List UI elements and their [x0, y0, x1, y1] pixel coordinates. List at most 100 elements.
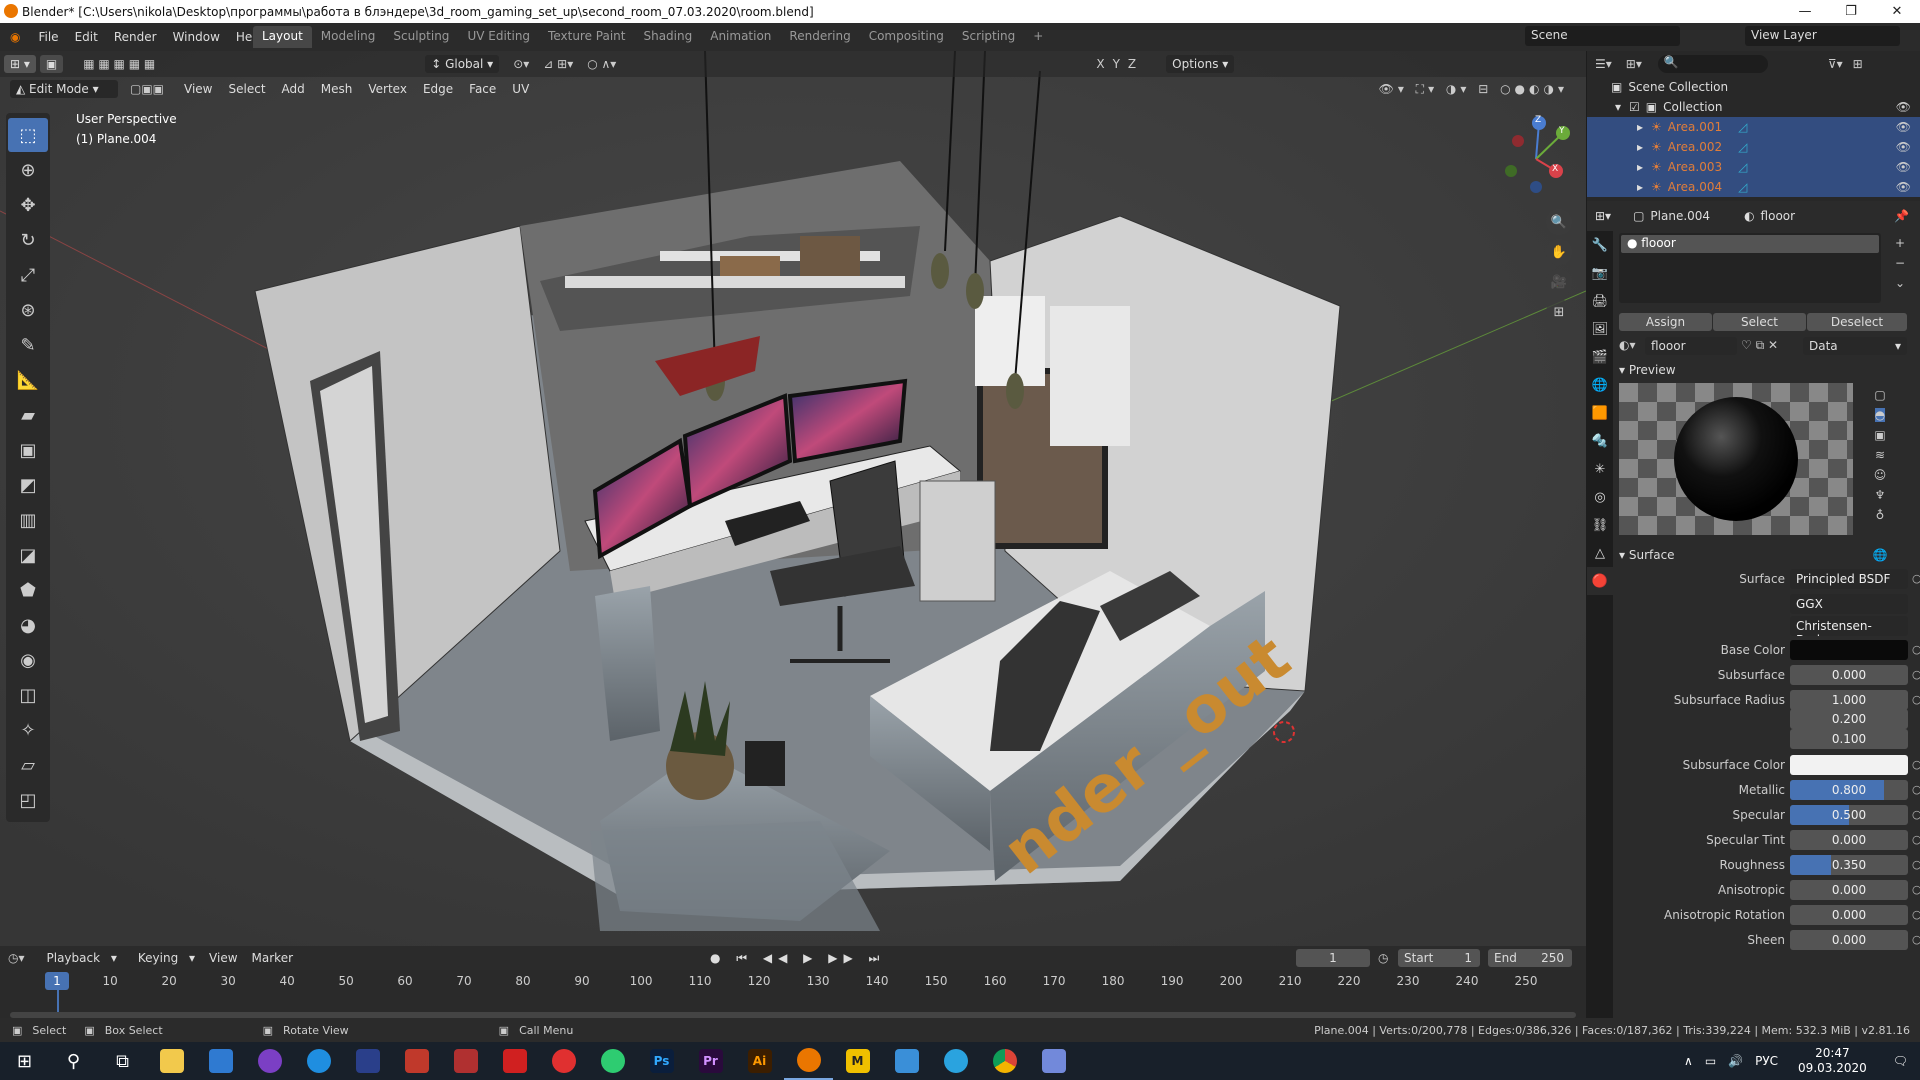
pan-hand-icon[interactable]: ✋: [1546, 239, 1572, 265]
tl-menu-marker[interactable]: Marker: [245, 951, 300, 965]
properties-editor-icon[interactable]: ⊞▾: [1595, 209, 1611, 223]
vp-menu-vertex[interactable]: Vertex: [360, 82, 415, 96]
render-tab-icon[interactable]: 📷: [1587, 259, 1613, 287]
language-indicator[interactable]: РУС: [1749, 1054, 1784, 1068]
navigation-gizmo[interactable]: Z Y X 🔍 ✋ 🎥 ⊞: [1486, 111, 1586, 351]
property-field[interactable]: 0.200: [1790, 709, 1908, 729]
select-button[interactable]: Select: [1713, 313, 1806, 331]
bevel-tool-icon[interactable]: ◩: [8, 468, 48, 502]
axis-x-toggle[interactable]: X: [1096, 57, 1104, 71]
view-layer-selector[interactable]: View Layer: [1745, 26, 1900, 46]
chrome-icon[interactable]: [980, 1042, 1029, 1080]
app-red4-icon[interactable]: [539, 1042, 588, 1080]
discord-icon[interactable]: [1029, 1042, 1078, 1080]
tool-tab-icon[interactable]: 🔧: [1587, 231, 1613, 259]
outliner-item[interactable]: ▸ ☀ Area.002 ◿ 👁: [1587, 137, 1920, 157]
outliner-item[interactable]: ▸ ☀ Area.003 ◿ 👁: [1587, 157, 1920, 177]
property-field[interactable]: 1.000: [1790, 690, 1908, 710]
physics-tab-icon[interactable]: ◎: [1587, 483, 1613, 511]
app-m-icon[interactable]: M: [833, 1042, 882, 1080]
minimize-button[interactable]: —: [1782, 0, 1828, 23]
premiere-icon[interactable]: Pr: [686, 1042, 735, 1080]
link-dropdown[interactable]: Data ▾: [1803, 337, 1907, 355]
move-tool-icon[interactable]: ✥: [8, 188, 48, 222]
preview-panel-header[interactable]: ▾ Preview: [1619, 363, 1676, 377]
network-icon[interactable]: ▭: [1699, 1054, 1722, 1068]
keyframe-dot-icon[interactable]: ○: [1912, 808, 1920, 821]
material-slot-list[interactable]: ● flooor: [1619, 233, 1881, 303]
preview-range-icon[interactable]: ◷: [1378, 951, 1388, 965]
property-field[interactable]: 0.000: [1790, 830, 1908, 850]
outliner-search-input[interactable]: 🔍: [1657, 55, 1768, 73]
display-mode-icon[interactable]: ⊞▾: [1626, 57, 1642, 71]
keyframe-dot-icon[interactable]: ○: [1912, 572, 1920, 585]
keyframe-dot-icon[interactable]: ○: [1912, 643, 1920, 656]
material-tab-icon[interactable]: 🔴: [1587, 567, 1613, 595]
rotate-tool-icon[interactable]: ↻: [8, 223, 48, 257]
new-collection-icon[interactable]: ⊞: [1853, 57, 1863, 71]
world-tab-icon[interactable]: 🌐: [1587, 371, 1613, 399]
cursor-tool-icon[interactable]: ⊕: [8, 153, 48, 187]
add-workspace-button[interactable]: +: [1024, 26, 1052, 48]
poly-build-tool-icon[interactable]: ⬟: [8, 573, 48, 607]
smooth-tool-icon[interactable]: ◉: [8, 643, 48, 677]
close-button[interactable]: ✕: [1874, 0, 1920, 23]
blender-taskbar-icon[interactable]: [784, 1042, 833, 1080]
maximize-button[interactable]: ❐: [1828, 0, 1874, 23]
tab-shading[interactable]: Shading: [634, 26, 701, 48]
property-field[interactable]: 0.350: [1790, 855, 1908, 875]
vp-menu-uv[interactable]: UV: [504, 82, 537, 96]
expand-icon[interactable]: ▸: [1637, 180, 1643, 194]
keyframe-dot-icon[interactable]: ○: [1912, 858, 1920, 871]
keyframe-dot-icon[interactable]: ○: [1912, 883, 1920, 896]
timeline-editor-icon[interactable]: ◷▾: [0, 951, 33, 965]
vp-menu-face[interactable]: Face: [461, 82, 504, 96]
preview-type-icons[interactable]: ▢ ◓ ▣ ≋ ☺ ♆ ♁ 🌐: [1865, 385, 1895, 565]
task-view-icon[interactable]: ⧉: [98, 1042, 147, 1080]
tab-layout[interactable]: Layout: [253, 26, 312, 48]
expand-icon[interactable]: ▸: [1637, 120, 1643, 134]
modifier-tab-icon[interactable]: 🔩: [1587, 427, 1613, 455]
start-icon[interactable]: ⊞: [0, 1042, 49, 1080]
expand-icon[interactable]: ▾: [1615, 100, 1621, 114]
inset-tool-icon[interactable]: ▣: [8, 433, 48, 467]
property-field[interactable]: 0.800: [1790, 780, 1908, 800]
end-frame-field[interactable]: End 250: [1488, 949, 1572, 967]
constraints-tab-icon[interactable]: ⛓: [1587, 511, 1613, 539]
tl-menu-view[interactable]: View: [202, 951, 244, 965]
tab-animation[interactable]: Animation: [701, 26, 780, 48]
app-shield-icon[interactable]: [343, 1042, 392, 1080]
keyframe-dot-icon[interactable]: ○: [1912, 908, 1920, 921]
keyframe-dot-icon[interactable]: ○: [1912, 783, 1920, 796]
deselect-button[interactable]: Deselect: [1807, 313, 1907, 331]
tab-compositing[interactable]: Compositing: [860, 26, 953, 48]
outliner-item[interactable]: ▸ ☀ Area.001 ◿ 👁: [1587, 117, 1920, 137]
volume-icon[interactable]: 🔊: [1722, 1054, 1749, 1068]
tab-rendering[interactable]: Rendering: [780, 26, 859, 48]
shear-tool-icon[interactable]: ▱: [8, 748, 48, 782]
tl-menu-playback[interactable]: Playback ▾: [33, 951, 124, 965]
property-field[interactable]: 0.000: [1790, 665, 1908, 685]
transform-tool-icon[interactable]: ⊛: [8, 293, 48, 327]
eye-icon[interactable]: 👁: [1896, 160, 1911, 174]
app-red3-icon[interactable]: [490, 1042, 539, 1080]
edge-slide-tool-icon[interactable]: ◫: [8, 678, 48, 712]
annotate-tool-icon[interactable]: ✎: [8, 328, 48, 362]
app-purple-icon[interactable]: [245, 1042, 294, 1080]
rip-tool-icon[interactable]: ◰: [8, 783, 48, 817]
material-browse-icon[interactable]: ◐▾: [1619, 338, 1636, 352]
tab-scripting[interactable]: Scripting: [953, 26, 1024, 48]
tab-sculpting[interactable]: Sculpting: [384, 26, 458, 48]
viewport-3d[interactable]: nder _out ⊞ ▾ ▣ ▦ ▦ ▦ ▦ ▦ ↕ Global ▾ ⊙▾ …: [0, 51, 1586, 946]
property-field[interactable]: 0.000: [1790, 905, 1908, 925]
output-tab-icon[interactable]: 🖨: [1587, 287, 1613, 315]
telegram-icon[interactable]: [931, 1042, 980, 1080]
viewport-shading-icons[interactable]: 👁▾ ⛶▾ ◑▾ ⊟ ○●◐◑▾: [1379, 82, 1568, 97]
camera-view-icon[interactable]: 🎥: [1546, 269, 1572, 295]
select-mode-icons[interactable]: ▢▣▣: [130, 82, 164, 96]
loop-cut-tool-icon[interactable]: ▥: [8, 503, 48, 537]
outliner-collection[interactable]: ▾ ☑ ▣ Collection 👁: [1587, 97, 1920, 117]
current-frame-field[interactable]: 1: [1296, 949, 1370, 967]
snap-icon[interactable]: ⊿ ⊞▾: [543, 57, 573, 71]
playback-controls[interactable]: ● ⏮ ◀◀ ▶ ▶▶ ⏭: [710, 951, 885, 966]
